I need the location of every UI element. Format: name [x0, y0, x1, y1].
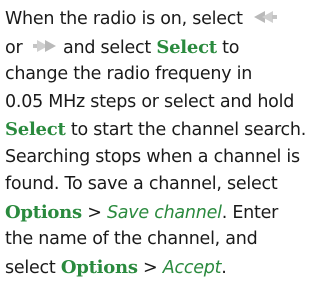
save-channel-option: Save channel — [106, 202, 222, 223]
line-4: 0.05 MHz steps or select and hold — [5, 91, 295, 112]
accept-option: Accept — [162, 257, 222, 278]
options-keyword: Options — [60, 256, 138, 278]
line-5: Select to start the channel search. — [5, 119, 307, 140]
line-3: change the radio frequeny in — [5, 64, 253, 84]
line-1: When the radio is on, select — [5, 6, 321, 34]
select-keyword: Select — [156, 36, 217, 58]
line-7: found. To save a channel, select — [5, 174, 278, 194]
options-keyword: Options — [5, 201, 82, 223]
line-8: Options > Save channel. Enter — [5, 201, 279, 223]
scroll-right-icon — [32, 38, 58, 54]
line-9: the name of the channel, and — [5, 229, 258, 249]
select-keyword: Select — [5, 119, 66, 140]
instruction-paragraph: When the radio is on, select or and sele… — [5, 6, 321, 281]
scroll-left-icon — [252, 9, 278, 25]
line-2: or and select Select to — [5, 36, 240, 58]
line-10: select Options > Accept. — [5, 256, 227, 278]
line-6: Searching stops when a channel is — [5, 146, 300, 167]
